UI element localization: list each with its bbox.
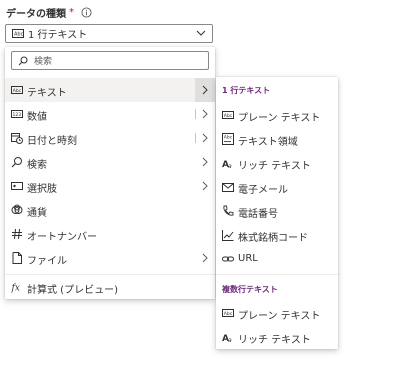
- svg-text:fx: fx: [11, 284, 20, 294]
- submenu-item-rich-text[interactable]: A a リッチ テキスト: [216, 151, 338, 175]
- search-placeholder: 検索: [34, 57, 53, 67]
- svg-text:123: 123: [13, 112, 22, 118]
- search-input[interactable]: 検索: [11, 51, 209, 70]
- plain-text-icon: Abc: [222, 111, 234, 119]
- menu-item-label: 通貨: [27, 208, 47, 219]
- file-icon: [12, 252, 22, 264]
- submenu-item-label: テキスト領域: [238, 137, 298, 148]
- svg-text:a: a: [228, 163, 232, 169]
- submenu-item-label: URL: [238, 253, 258, 264]
- menu-item-label: オートナンバー: [27, 232, 97, 243]
- submenu-item-text-area[interactable]: Abc テキスト領域: [216, 127, 338, 151]
- menu-item-label: ファイル: [27, 256, 67, 267]
- search-icon: [11, 157, 22, 168]
- submenu-item-label: 電話番号: [238, 209, 278, 220]
- separator: [195, 109, 196, 119]
- svg-text:Abc: Abc: [224, 311, 233, 317]
- plain-text-icon: Abc: [222, 309, 234, 317]
- email-icon: [222, 183, 234, 192]
- chevron-right-icon: [202, 157, 208, 167]
- submenu-divider: [216, 274, 338, 275]
- submenu-item-label: リッチ テキスト: [238, 335, 311, 346]
- svg-text:Abc: Abc: [224, 113, 233, 119]
- menu-item-currency[interactable]: 通貨: [5, 198, 215, 222]
- submenu-section-header: 1 行テキスト: [222, 86, 271, 95]
- submenu-item-email[interactable]: 電子メール: [216, 175, 338, 199]
- submenu-item-plain-text[interactable]: Abc プレーン テキスト: [216, 103, 338, 127]
- submenu-item-phone[interactable]: 電話番号: [216, 199, 338, 223]
- data-type-dropdown[interactable]: Abc 1 行テキスト: [5, 24, 213, 43]
- submenu-item-ticker[interactable]: 株式銘柄コード: [216, 223, 338, 247]
- menu-item-choice[interactable]: 選択肢: [5, 174, 215, 198]
- menu-item-label: 計算式 (プレビュー): [27, 285, 118, 296]
- chevron-right-icon: [202, 133, 208, 143]
- submenu-section-header: 複数行テキスト: [222, 285, 278, 294]
- rich-text-icon: A a: [222, 160, 232, 169]
- submenu-item-label: 電子メール: [238, 185, 288, 196]
- chevron-right-icon: [202, 253, 208, 263]
- menu-item-label: 検索: [27, 160, 47, 171]
- submenu-item-label: プレーン テキスト: [238, 311, 321, 322]
- currency-icon: [11, 204, 23, 214]
- submenu-item-label: 株式銘柄コード: [238, 233, 308, 244]
- chevron-down-icon: [196, 30, 206, 36]
- menu-item-label: 日付と時刻: [27, 136, 77, 147]
- info-icon[interactable]: [81, 7, 92, 18]
- stock-icon: [222, 230, 234, 241]
- submenu-item-multiline-plain-text[interactable]: Abc プレーン テキスト: [216, 301, 338, 325]
- menu-item-formula[interactable]: fx 計算式 (プレビュー): [5, 275, 215, 299]
- hash-icon: [12, 228, 22, 240]
- phone-icon: [223, 205, 234, 216]
- separator: [195, 133, 196, 143]
- field-label: データの種類 *: [6, 5, 92, 20]
- choice-icon: [11, 182, 23, 190]
- number-icon: 123: [11, 110, 23, 118]
- submenu-item-url[interactable]: URL: [216, 247, 338, 271]
- required-mark: *: [69, 7, 74, 18]
- menu-item-label: 数値: [27, 112, 47, 123]
- chevron-right-icon: [202, 109, 208, 119]
- text-area-icon: Abc: [222, 133, 234, 145]
- svg-text:Abc: Abc: [14, 32, 24, 38]
- calendar-clock-icon: [11, 133, 23, 144]
- link-icon: [222, 256, 234, 262]
- text-field-icon: Abc: [12, 29, 24, 38]
- submenu-item-label: リッチ テキスト: [238, 161, 311, 172]
- submenu-item-multiline-rich-text[interactable]: A a リッチ テキスト: [216, 325, 338, 349]
- rich-text-icon: A a: [222, 334, 232, 343]
- dropdown-value: 1 行テキスト: [28, 30, 88, 41]
- svg-text:Abc: Abc: [13, 88, 22, 94]
- menu-item-text[interactable]: Abc テキスト: [5, 78, 215, 102]
- menu-item-label: テキスト: [27, 88, 67, 99]
- menu-item-label: 選択肢: [27, 184, 57, 195]
- text-submenu: 1 行テキスト Abc プレーン テキスト Abc テキスト領域 A a リッチ…: [216, 77, 338, 349]
- menu-item-file[interactable]: ファイル: [5, 246, 215, 270]
- search-icon: [18, 56, 28, 65]
- menu-item-lookup[interactable]: 検索: [5, 150, 215, 174]
- svg-text:a: a: [228, 337, 232, 343]
- data-type-menu: 検索 Abc テキスト 123 数値 日付と時刻 検索 選択肢 通貨 オートナン…: [5, 47, 215, 299]
- menu-item-autonumber[interactable]: オートナンバー: [5, 222, 215, 246]
- text-field-icon: Abc: [11, 86, 23, 94]
- chevron-right-icon: [202, 85, 208, 95]
- menu-item-datetime[interactable]: 日付と時刻: [5, 126, 215, 150]
- menu-item-number[interactable]: 123 数値: [5, 102, 215, 126]
- formula-icon: fx: [11, 284, 20, 294]
- submenu-item-label: プレーン テキスト: [238, 113, 321, 124]
- chevron-right-icon: [202, 181, 208, 191]
- svg-text:Abc: Abc: [224, 135, 233, 141]
- field-label-text: データの種類: [6, 9, 66, 20]
